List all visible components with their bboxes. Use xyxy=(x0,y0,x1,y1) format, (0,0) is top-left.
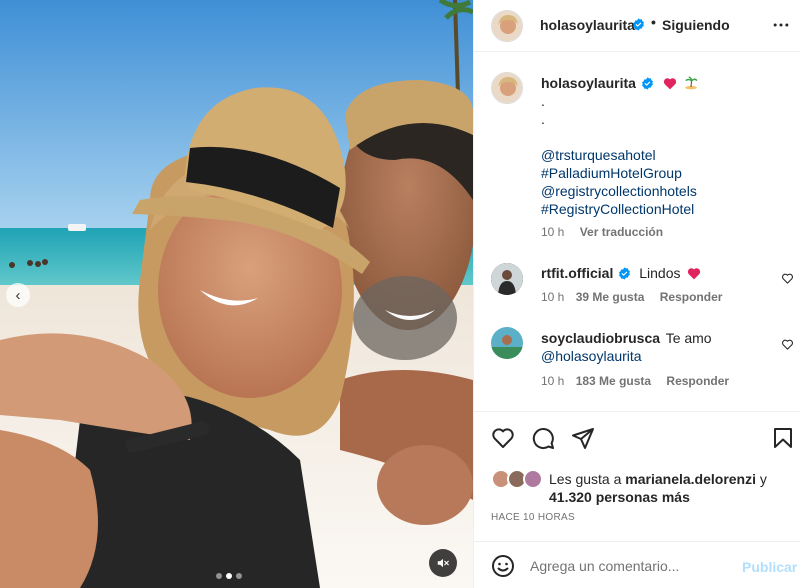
comment-time[interactable]: 10 h xyxy=(541,290,564,304)
comment-body: Te amo xyxy=(665,330,712,346)
commenter-avatar[interactable] xyxy=(491,327,523,359)
verified-badge-icon xyxy=(633,18,644,31)
following-button[interactable]: Siguiendo xyxy=(662,17,730,33)
likes-prefix: Les gusta a xyxy=(549,471,622,487)
comment-like-count[interactable]: 39 Me gusta xyxy=(576,290,645,304)
chevron-left-icon: ‹ xyxy=(15,286,21,304)
more-icon[interactable] xyxy=(771,15,791,35)
caption-meta: 10 h Ver traducción xyxy=(541,225,663,239)
comment-like-count[interactable]: 183 Me gusta xyxy=(576,374,651,388)
caption-line: . xyxy=(541,111,545,127)
author-avatar[interactable] xyxy=(491,10,523,42)
verified-badge-icon xyxy=(619,267,631,280)
comment-input[interactable] xyxy=(530,555,730,577)
comment-composer: Publicar xyxy=(474,541,800,588)
likes-count[interactable]: 41.320 personas más xyxy=(549,489,690,505)
commenter-username[interactable]: rtfit.official xyxy=(541,265,613,281)
comment-mention[interactable]: @holasoylaurita xyxy=(541,348,642,364)
liker-avatar xyxy=(523,469,543,489)
comment-text: soyclaudiobrusca Te amo @holasoylaurita xyxy=(541,329,786,365)
comment-icon[interactable] xyxy=(531,426,555,450)
carousel-indicator xyxy=(216,573,242,579)
caption-text: holasoylaurita . . @trsturquesahotel #Pa… xyxy=(541,74,786,218)
carousel-dot xyxy=(236,573,242,579)
mute-toggle-button[interactable] xyxy=(429,549,457,577)
emoji-icon[interactable] xyxy=(491,554,515,578)
likes-joiner: y xyxy=(759,471,767,487)
caption-line: . xyxy=(541,93,545,109)
comment-meta: 10 h 183 Me gusta Responder xyxy=(541,374,729,388)
caption-hashtag[interactable]: #PalladiumHotelGroup xyxy=(541,164,786,182)
post-header: holasoylaurita • Siguiendo xyxy=(474,0,800,52)
liker-avatars[interactable] xyxy=(491,469,547,491)
desert-island-emoji-icon xyxy=(684,76,698,90)
commenter-avatar[interactable] xyxy=(491,263,523,295)
verified-badge-icon xyxy=(641,77,653,90)
comment-body: Lindos xyxy=(639,265,681,281)
post-side-panel: holasoylaurita • Siguiendo holasoylaurit… xyxy=(473,0,800,588)
separator-dot: • xyxy=(651,14,656,30)
share-icon[interactable] xyxy=(571,426,595,450)
red-heart-emoji-icon xyxy=(688,268,701,280)
commenter-username[interactable]: soyclaudiobrusca xyxy=(541,330,660,346)
comment-time[interactable]: 10 h xyxy=(541,374,564,388)
heart-icon[interactable] xyxy=(781,272,794,285)
carousel-prev-button[interactable]: ‹ xyxy=(6,283,30,307)
liker-username[interactable]: marianela.delorenzi xyxy=(625,471,756,487)
red-heart-emoji-icon xyxy=(663,78,676,90)
comment-meta: 10 h 39 Me gusta Responder xyxy=(541,290,722,304)
muted-speaker-icon xyxy=(437,558,449,568)
caption-mention[interactable]: @trsturquesahotel xyxy=(541,146,786,164)
reply-button[interactable]: Responder xyxy=(660,290,723,304)
see-translation-link[interactable]: Ver traducción xyxy=(580,225,663,239)
likes-text: Les gusta a marianela.delorenzi y 41.320… xyxy=(549,470,799,506)
post-media[interactable]: ‹ xyxy=(0,0,473,588)
caption-hashtag[interactable]: #RegistryCollectionHotel xyxy=(541,200,786,218)
post-photo xyxy=(0,0,473,588)
caption-time[interactable]: 10 h xyxy=(541,225,564,239)
comment-text: rtfit.official Lindos xyxy=(541,264,786,282)
publish-button[interactable]: Publicar xyxy=(742,559,797,575)
heart-icon[interactable] xyxy=(491,426,515,450)
comments-list: holasoylaurita . . @trsturquesahotel #Pa… xyxy=(474,53,800,411)
bookmark-icon[interactable] xyxy=(771,426,795,450)
carousel-dot-active xyxy=(226,573,232,579)
heart-icon[interactable] xyxy=(781,338,794,351)
author-username[interactable]: holasoylaurita xyxy=(540,17,635,33)
caption-username[interactable]: holasoylaurita xyxy=(541,75,636,91)
post-timestamp[interactable]: HACE 10 HORAS xyxy=(491,512,575,523)
caption-mention[interactable]: @registrycollectionhotels xyxy=(541,182,786,200)
reply-button[interactable]: Responder xyxy=(666,374,729,388)
post-actions: Les gusta a marianela.delorenzi y 41.320… xyxy=(474,411,800,541)
carousel-dot xyxy=(216,573,222,579)
caption-author-avatar[interactable] xyxy=(491,72,523,104)
